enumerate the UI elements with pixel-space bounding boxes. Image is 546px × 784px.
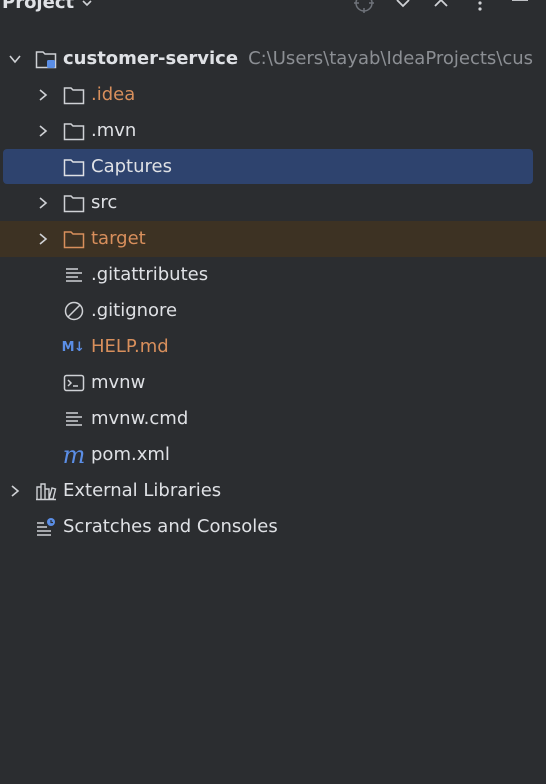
chevron-down-icon[interactable] — [8, 52, 22, 66]
tree-item-gitattributes[interactable]: .gitattributes — [0, 257, 546, 293]
tree-item-pom-xml[interactable]: m pom.xml — [0, 437, 546, 473]
scratches-icon — [35, 517, 57, 537]
tree-item-label: .gitignore — [91, 300, 178, 321]
tree-item-src[interactable]: src — [0, 185, 546, 221]
tree-item-external-libraries[interactable]: External Libraries — [0, 473, 546, 509]
chevron-right-icon[interactable] — [8, 484, 22, 498]
tree-item-label: .gitattributes — [91, 264, 209, 285]
tree-item-label: .idea — [91, 84, 136, 105]
tree-item-scratches[interactable]: Scratches and Consoles — [0, 509, 546, 545]
root-label: customer-service C:\Users\tayab\IdeaProje… — [63, 48, 534, 69]
tree-item-mvnw[interactable]: mvnw — [0, 365, 546, 401]
tree-item-target[interactable]: target — [0, 221, 546, 257]
library-icon — [35, 481, 57, 501]
folder-icon — [63, 121, 85, 141]
project-view-selector[interactable]: Project — [2, 0, 94, 13]
excluded-folder-icon — [63, 229, 85, 249]
ignore-file-icon — [63, 301, 85, 321]
hide-icon[interactable] — [507, 0, 533, 14]
locate-icon[interactable] — [351, 0, 377, 14]
text-file-icon — [63, 265, 85, 285]
tree-item-help-md[interactable]: M↓ HELP.md — [0, 329, 546, 365]
more-options-icon[interactable] — [467, 0, 493, 14]
text-file-icon — [63, 409, 85, 429]
tree-item-gitignore[interactable]: .gitignore — [0, 293, 546, 329]
terminal-file-icon — [63, 373, 85, 393]
markdown-icon: M↓ — [61, 339, 85, 355]
tree-item-label: .mvn — [91, 120, 137, 141]
module-folder-icon — [35, 49, 57, 69]
tree-item-label: Captures — [91, 156, 172, 177]
tree-item-mvnw-cmd[interactable]: mvnw.cmd — [0, 401, 546, 437]
tree-item-idea[interactable]: .idea — [0, 77, 546, 113]
tree-item-label: External Libraries — [63, 480, 222, 501]
chevron-down-icon — [82, 0, 92, 6]
tree-item-label: target — [91, 228, 146, 249]
panel-title: Project — [2, 0, 75, 13]
folder-icon — [63, 157, 85, 177]
tree-item-label: mvnw.cmd — [91, 408, 189, 429]
folder-icon — [63, 193, 85, 213]
tree-item-mvn[interactable]: .mvn — [0, 113, 546, 149]
expand-all-icon[interactable] — [390, 0, 416, 14]
tree-item-captures[interactable]: Captures — [0, 149, 546, 185]
chevron-right-icon[interactable] — [36, 196, 50, 210]
chevron-right-icon[interactable] — [36, 232, 50, 246]
tree-root-customer-service[interactable]: customer-service C:\Users\tayab\IdeaProje… — [0, 41, 546, 77]
tree-item-label: pom.xml — [91, 444, 170, 465]
chevron-right-icon[interactable] — [36, 88, 50, 102]
tree-item-label: src — [91, 192, 118, 213]
chevron-right-icon[interactable] — [36, 124, 50, 138]
folder-icon — [63, 85, 85, 105]
maven-icon: m — [62, 441, 86, 469]
tree-item-label: mvnw — [91, 372, 146, 393]
root-path: C:\Users\tayab\IdeaProjects\cus — [248, 48, 534, 69]
collapse-all-icon[interactable] — [428, 0, 454, 14]
project-panel-header: Project — [0, 0, 546, 20]
project-tree: customer-service C:\Users\tayab\IdeaProje… — [0, 41, 546, 545]
tree-item-label: HELP.md — [91, 336, 169, 357]
tree-item-label: Scratches and Consoles — [63, 516, 278, 537]
